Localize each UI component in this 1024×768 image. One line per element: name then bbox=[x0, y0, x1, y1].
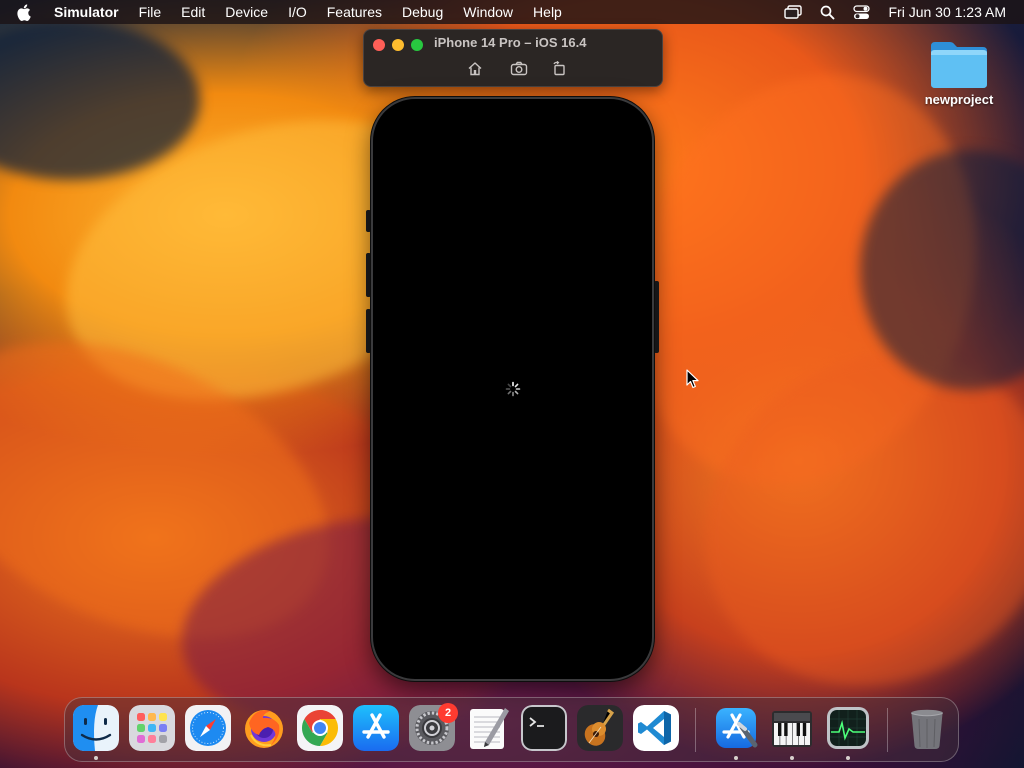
menu-debug[interactable]: Debug bbox=[392, 0, 453, 24]
running-indicator bbox=[94, 756, 98, 760]
firefox-icon[interactable] bbox=[241, 705, 287, 751]
phone-power-button[interactable] bbox=[654, 281, 659, 353]
screen-mirroring-icon[interactable] bbox=[784, 3, 803, 21]
menu-features[interactable]: Features bbox=[317, 0, 392, 24]
minimize-window-button[interactable] bbox=[392, 39, 404, 51]
dock bbox=[64, 697, 959, 762]
menu-bar: Simulator File Edit Device I/O Features … bbox=[0, 0, 1024, 24]
running-indicator bbox=[846, 756, 850, 760]
menu-file[interactable]: File bbox=[129, 0, 172, 24]
control-center-icon[interactable] bbox=[852, 3, 870, 21]
notification-badge: 2 bbox=[438, 703, 458, 723]
launchpad-icon[interactable] bbox=[129, 705, 175, 751]
apple-menu-icon[interactable] bbox=[0, 0, 44, 24]
menu-io[interactable]: I/O bbox=[278, 0, 317, 24]
maximize-window-button[interactable] bbox=[411, 39, 423, 51]
garageband-icon[interactable] bbox=[577, 705, 623, 751]
trash-icon[interactable] bbox=[904, 705, 950, 751]
xcode-icon[interactable] bbox=[713, 705, 759, 751]
rotate-icon[interactable] bbox=[550, 60, 568, 76]
running-indicator bbox=[734, 756, 738, 760]
app-store-icon[interactable] bbox=[353, 705, 399, 751]
piano-icon[interactable] bbox=[769, 705, 815, 751]
chrome-icon[interactable] bbox=[297, 705, 343, 751]
menu-window[interactable]: Window bbox=[453, 0, 523, 24]
menu-app-name[interactable]: Simulator bbox=[44, 0, 129, 24]
loading-spinner-icon bbox=[505, 381, 521, 397]
activity-monitor-icon[interactable] bbox=[825, 705, 871, 751]
safari-icon[interactable] bbox=[185, 705, 231, 751]
mouse-cursor-icon bbox=[686, 369, 700, 394]
folder-label: newproject bbox=[924, 92, 994, 107]
finder-icon[interactable] bbox=[73, 705, 119, 751]
simulator-title: iPhone 14 Pro – iOS 16.4 bbox=[434, 35, 587, 50]
desktop-folder[interactable]: newproject bbox=[918, 38, 1000, 107]
screenshot-icon[interactable] bbox=[510, 60, 528, 76]
menu-edit[interactable]: Edit bbox=[171, 0, 215, 24]
spotlight-search-icon[interactable] bbox=[818, 3, 836, 21]
menu-device[interactable]: Device bbox=[215, 0, 278, 24]
close-window-button[interactable] bbox=[373, 39, 385, 51]
simulator-titlebar[interactable]: iPhone 14 Pro – iOS 16.4 bbox=[363, 29, 663, 87]
home-icon[interactable] bbox=[466, 60, 484, 76]
running-indicator bbox=[790, 756, 794, 760]
dock-separator bbox=[887, 708, 888, 752]
folder-icon bbox=[928, 38, 990, 90]
menu-clock[interactable]: Fri Jun 30 1:23 AM bbox=[878, 4, 1024, 20]
menu-help[interactable]: Help bbox=[523, 0, 572, 24]
textedit-icon[interactable] bbox=[465, 705, 511, 751]
dock-separator bbox=[695, 708, 696, 752]
vscode-icon[interactable] bbox=[633, 705, 679, 751]
terminal-icon[interactable] bbox=[521, 705, 567, 751]
menu-status-area: Fri Jun 30 1:23 AM bbox=[776, 0, 1024, 24]
